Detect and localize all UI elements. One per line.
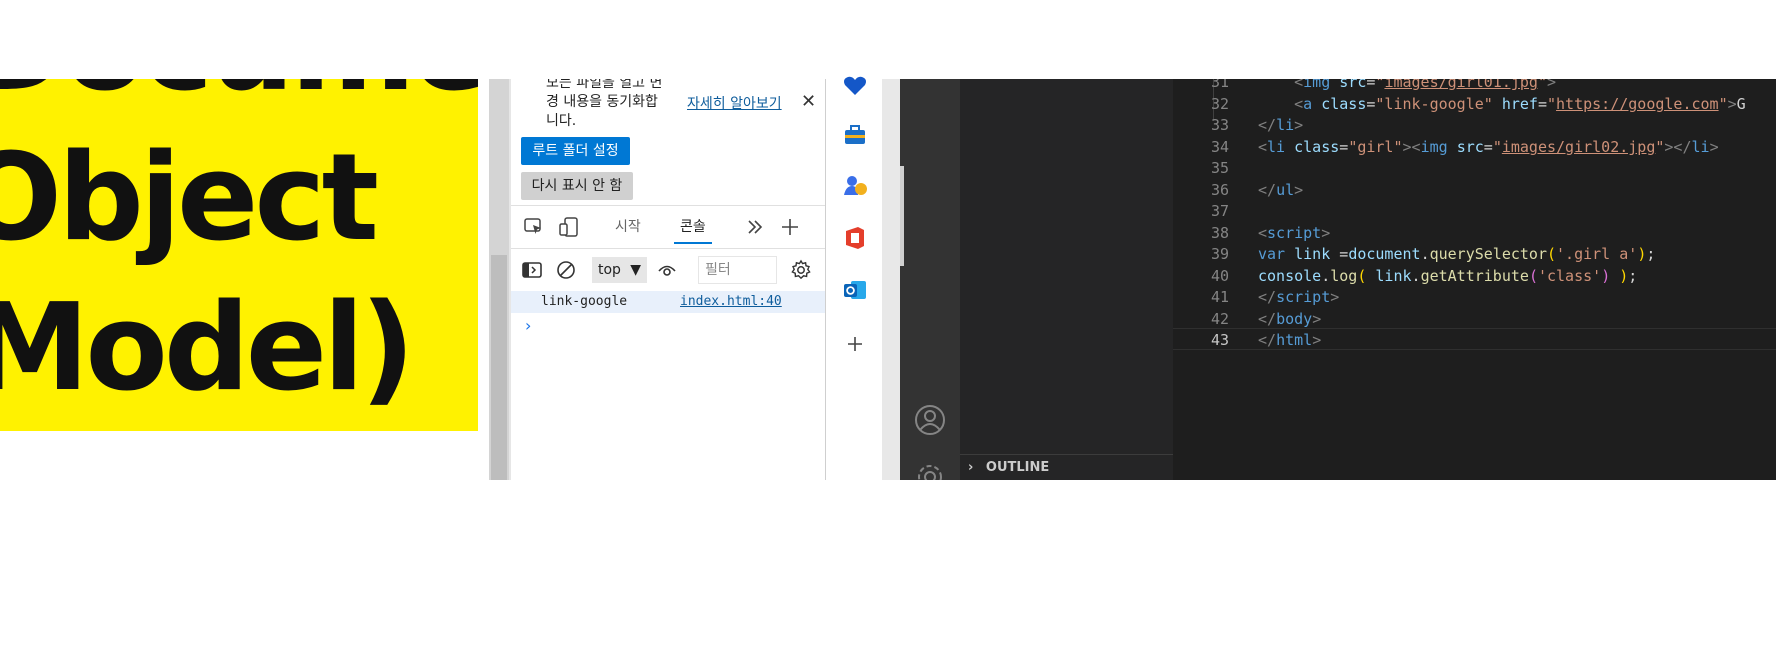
outlook-icon[interactable] (842, 277, 868, 303)
code-editor[interactable]: 31 32 33 34 35 36 37 38 39 40 41 42 43 <… (1173, 79, 1776, 480)
notice-text-line-2: 경 내용을 동기화합 (546, 94, 658, 110)
line-number: 32 (1210, 95, 1229, 113)
manage-gear-icon[interactable] (914, 461, 946, 480)
chevron-right-icon: › (968, 460, 974, 475)
tab-console[interactable]: 콘솔 (674, 214, 712, 244)
console-filter-input[interactable]: 필터 (698, 256, 777, 284)
set-root-folder-button[interactable]: 루트 폴더 설정 (521, 137, 630, 165)
devtools-panel: 모든 파일을 열고 변 경 내용을 동기화합 니다. 자세히 알아보기 ✕ 루트… (511, 79, 825, 480)
context-select[interactable]: top ▼ (592, 257, 647, 283)
code-line: var link =document.querySelector('.girl … (1258, 245, 1656, 263)
office-icon[interactable] (842, 225, 868, 251)
code-line: <a class="link-google" href="https://goo… (1294, 95, 1746, 113)
games-icon[interactable] (842, 173, 868, 199)
line-number: 39 (1210, 245, 1229, 263)
code-line: </ul> (1258, 181, 1304, 199)
tab-start[interactable]: 시작 (615, 216, 641, 236)
code-line: </li> (1258, 116, 1304, 134)
line-number: 31 (1210, 79, 1229, 91)
outline-section-header[interactable]: › OUTLINE (960, 454, 1173, 480)
chevron-down-icon: ▼ (630, 262, 641, 278)
line-number: 42 (1210, 310, 1229, 328)
toggle-sidebar-icon[interactable] (521, 259, 543, 281)
heading-line-3: Model) (0, 279, 415, 418)
console-log-source-link[interactable]: index.html:40 (680, 294, 782, 309)
console-prompt[interactable]: › (525, 316, 531, 335)
learn-more-link[interactable]: 자세히 알아보기 (687, 93, 782, 113)
heading-line-1: Document (0, 79, 478, 118)
code-line: </script> (1258, 288, 1340, 306)
notice-text-line-3: 니다. (546, 113, 577, 129)
explorer-panel (960, 79, 1173, 480)
line-number: 37 (1210, 202, 1229, 220)
heading-line-2: Object (0, 129, 379, 268)
line-number: 38 (1210, 224, 1229, 242)
console-log-row: link-google index.html:40 (511, 291, 825, 313)
devtools-tab-bar: 시작 콘솔 (511, 205, 825, 249)
more-tabs-icon[interactable] (744, 216, 766, 238)
tools-briefcase-icon[interactable] (842, 122, 868, 148)
live-expression-eye-icon[interactable] (656, 259, 678, 281)
current-line-highlight (1173, 328, 1776, 350)
console-toolbar: top ▼ 필터 (511, 249, 825, 292)
context-select-value: top (598, 262, 621, 278)
code-line: </body> (1258, 310, 1322, 328)
gear-icon[interactable] (790, 259, 812, 281)
outline-label: OUTLINE (985, 460, 1050, 475)
clear-console-icon[interactable] (555, 259, 577, 281)
line-number: 36 (1210, 181, 1229, 199)
favorites-heart-icon[interactable] (842, 73, 868, 99)
inspect-element-icon[interactable] (523, 216, 545, 238)
code-line: <script> (1258, 224, 1331, 242)
code-line: <img src="images/girl01.jpg"> (1294, 79, 1557, 91)
code-line: <li class="girl"><img src="images/girl02… (1258, 138, 1719, 156)
activity-indicator (900, 166, 904, 266)
add-tab-icon[interactable] (779, 216, 801, 238)
highlighted-heading-box: Document Object Model) (0, 79, 478, 431)
add-icon[interactable] (842, 331, 868, 357)
edge-sidebar (826, 76, 882, 480)
device-emulation-icon[interactable] (558, 216, 580, 238)
line-number: 40 (1210, 267, 1229, 285)
line-number: 34 (1210, 138, 1229, 156)
page-scrollbar-thumb[interactable] (491, 255, 507, 480)
line-number: 33 (1210, 116, 1229, 134)
line-number: 35 (1210, 159, 1229, 177)
sidebar-gutter (882, 79, 900, 480)
webpage-viewport: Document Object Model) (0, 79, 489, 480)
activity-bar (900, 79, 960, 480)
code-line: console.log( link.getAttribute('class') … (1258, 267, 1638, 285)
line-number: 41 (1210, 288, 1229, 306)
close-icon[interactable]: ✕ (801, 91, 816, 112)
vscode-window: › OUTLINE 31 32 33 34 35 36 37 38 39 40 … (900, 79, 1776, 480)
dont-show-again-button[interactable]: 다시 표시 안 함 (521, 172, 633, 200)
console-log-message: link-google (541, 294, 628, 309)
account-icon[interactable] (914, 404, 946, 440)
